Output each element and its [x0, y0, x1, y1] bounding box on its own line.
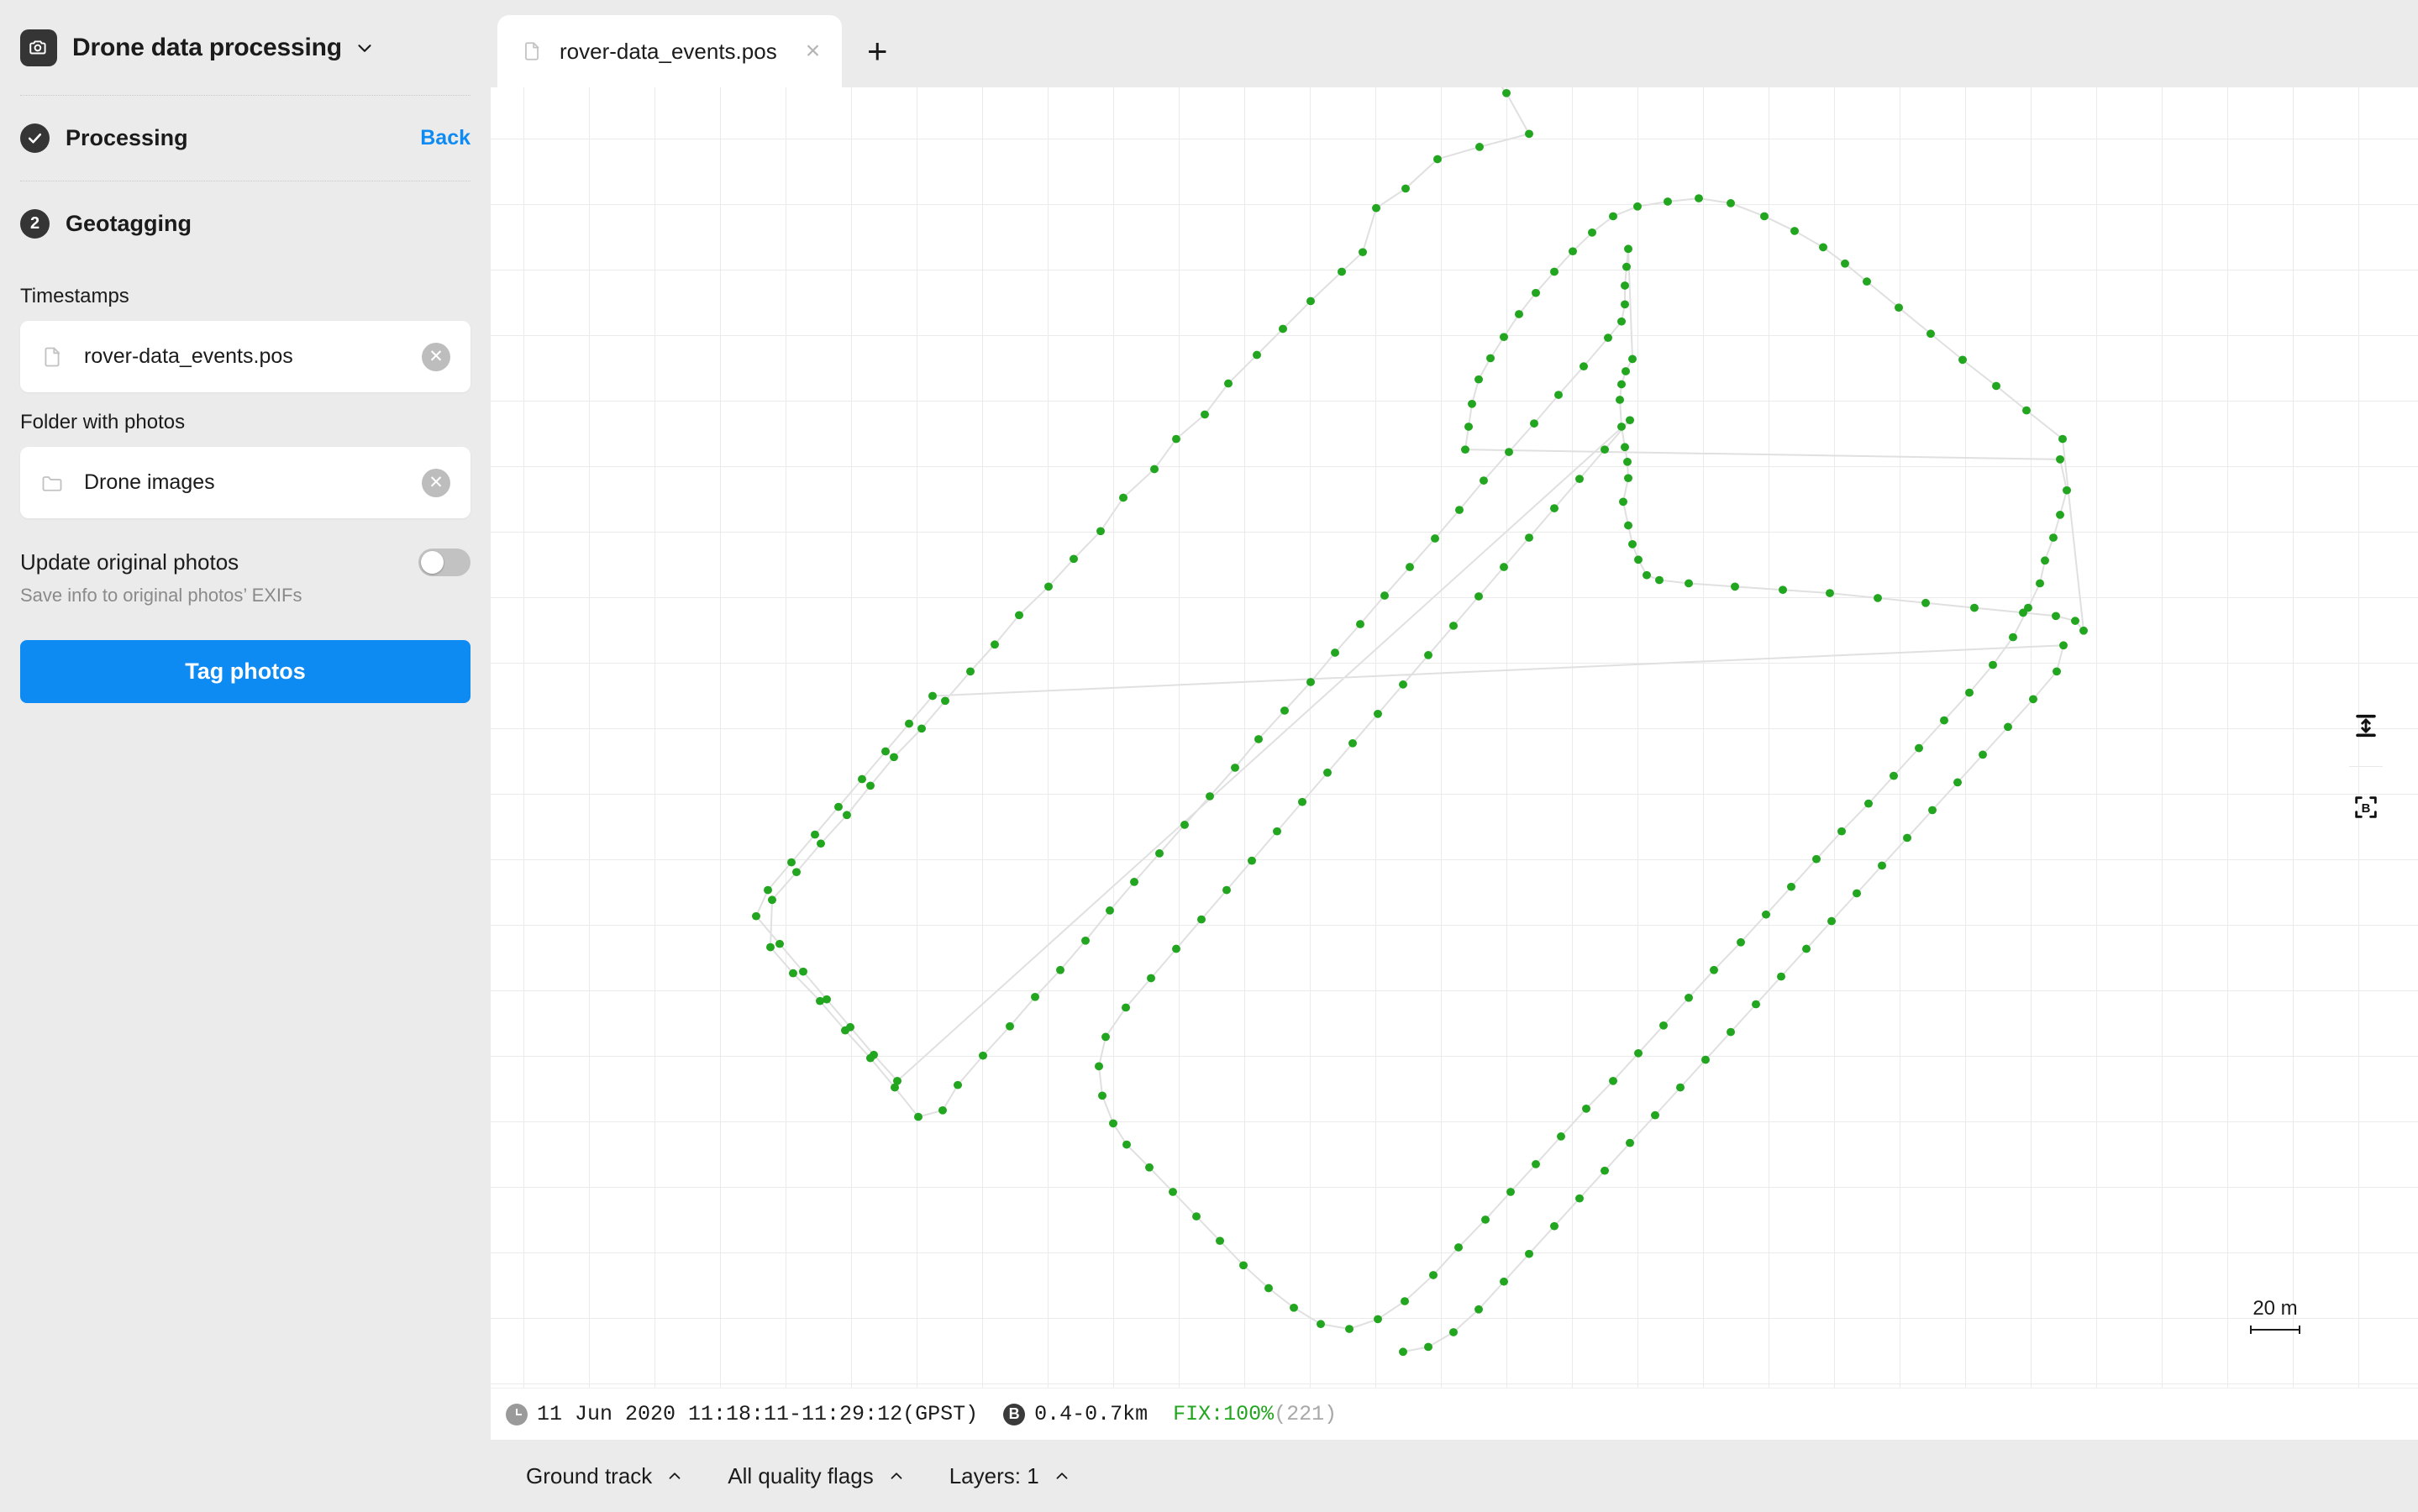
app-root: Drone data processing Processing Back 2 … [0, 0, 2418, 1512]
back-button[interactable]: Back [420, 126, 470, 150]
timestamps-file-name: rover-data_events.pos [84, 344, 293, 369]
folder-label: Folder with photos [20, 411, 470, 434]
ground-track-dropdown[interactable]: Ground track [526, 1463, 684, 1489]
svg-text:B: B [2362, 802, 2371, 816]
tag-photos-button[interactable]: Tag photos [20, 640, 470, 703]
file-icon [40, 345, 67, 369]
new-tab-button[interactable]: + [842, 15, 912, 87]
fit-vertical-icon[interactable] [2341, 701, 2391, 751]
base-station-icon[interactable]: B [2341, 782, 2391, 832]
page-title: Drone data processing [72, 34, 342, 62]
tab-rover-data-events[interactable]: rover-data_events.pos × [497, 15, 842, 87]
status-baseline: 0.4-0.7km [1034, 1402, 1148, 1426]
quality-flags-label: All quality flags [728, 1463, 873, 1489]
camera-icon [20, 29, 57, 66]
close-icon[interactable]: × [806, 39, 821, 64]
baseline-icon: B [1003, 1404, 1025, 1425]
chevron-down-icon[interactable] [354, 37, 376, 59]
quality-flags-dropdown[interactable]: All quality flags [728, 1463, 905, 1489]
sidebar-item-processing[interactable]: Processing Back [0, 96, 491, 181]
tab-bar: rover-data_events.pos × + [491, 0, 2418, 87]
scale-bar: 20 m [2250, 1297, 2300, 1336]
sidebar-item-label: Geotagging [66, 211, 192, 237]
status-fix-count: (221) [1274, 1402, 1337, 1426]
scale-bar-label: 20 m [2252, 1297, 2297, 1320]
layers-label: Layers: 1 [949, 1463, 1039, 1489]
main-panel: rover-data_events.pos × + [491, 0, 2418, 1512]
layers-dropdown[interactable]: Layers: 1 [949, 1463, 1071, 1489]
scale-bar-graphic [2250, 1324, 2300, 1336]
file-icon [521, 40, 544, 62]
photos-folder-name: Drone images [84, 470, 215, 495]
sidebar-item-geotagging[interactable]: 2 Geotagging [0, 181, 491, 266]
map-canvas[interactable]: B 20 m [491, 87, 2418, 1388]
status-fix-percent: FIX:100% [1173, 1402, 1274, 1426]
update-originals-row: Update original photos [20, 549, 470, 576]
status-datetime: 11 Jun 2020 11:18:11-11:29:12(GPST) [537, 1402, 978, 1426]
status-bar: 11 Jun 2020 11:18:11-11:29:12(GPST) B 0.… [491, 1388, 2418, 1440]
timestamps-file-chip[interactable]: rover-data_events.pos ✕ [20, 321, 470, 392]
folder-icon [40, 471, 67, 495]
sidebar: Drone data processing Processing Back 2 … [0, 0, 491, 1512]
status-time-group: 11 Jun 2020 11:18:11-11:29:12(GPST) [506, 1402, 978, 1426]
ground-track-label: Ground track [526, 1463, 652, 1489]
close-circle-icon[interactable]: ✕ [422, 343, 450, 371]
geotagging-form: Timestamps rover-data_events.pos ✕ Folde… [0, 285, 491, 703]
step-number-badge: 2 [20, 209, 50, 239]
clock-icon [506, 1404, 528, 1425]
photos-folder-chip[interactable]: Drone images ✕ [20, 447, 470, 518]
toggle-knob [421, 551, 444, 574]
check-icon [20, 123, 50, 153]
update-originals-hint: Save info to original photos’ EXIFs [20, 585, 470, 606]
sidebar-item-label: Processing [66, 125, 188, 151]
chevron-up-icon [1053, 1467, 1071, 1485]
close-circle-icon[interactable]: ✕ [422, 469, 450, 497]
timestamps-label: Timestamps [20, 285, 470, 308]
bottom-toolbar: Ground track All quality flags Layers: 1 [491, 1440, 2418, 1512]
map-control-group: B [2341, 701, 2391, 832]
app-brand[interactable]: Drone data processing [0, 0, 491, 95]
update-originals-toggle[interactable] [418, 549, 470, 576]
ground-track-plot [491, 87, 2418, 1388]
control-separator [2349, 766, 2383, 767]
status-baseline-group: B 0.4-0.7km [1003, 1402, 1148, 1426]
update-originals-label: Update original photos [20, 549, 239, 575]
tab-label: rover-data_events.pos [560, 39, 777, 65]
chevron-up-icon [887, 1467, 906, 1485]
chevron-up-icon [665, 1467, 684, 1485]
